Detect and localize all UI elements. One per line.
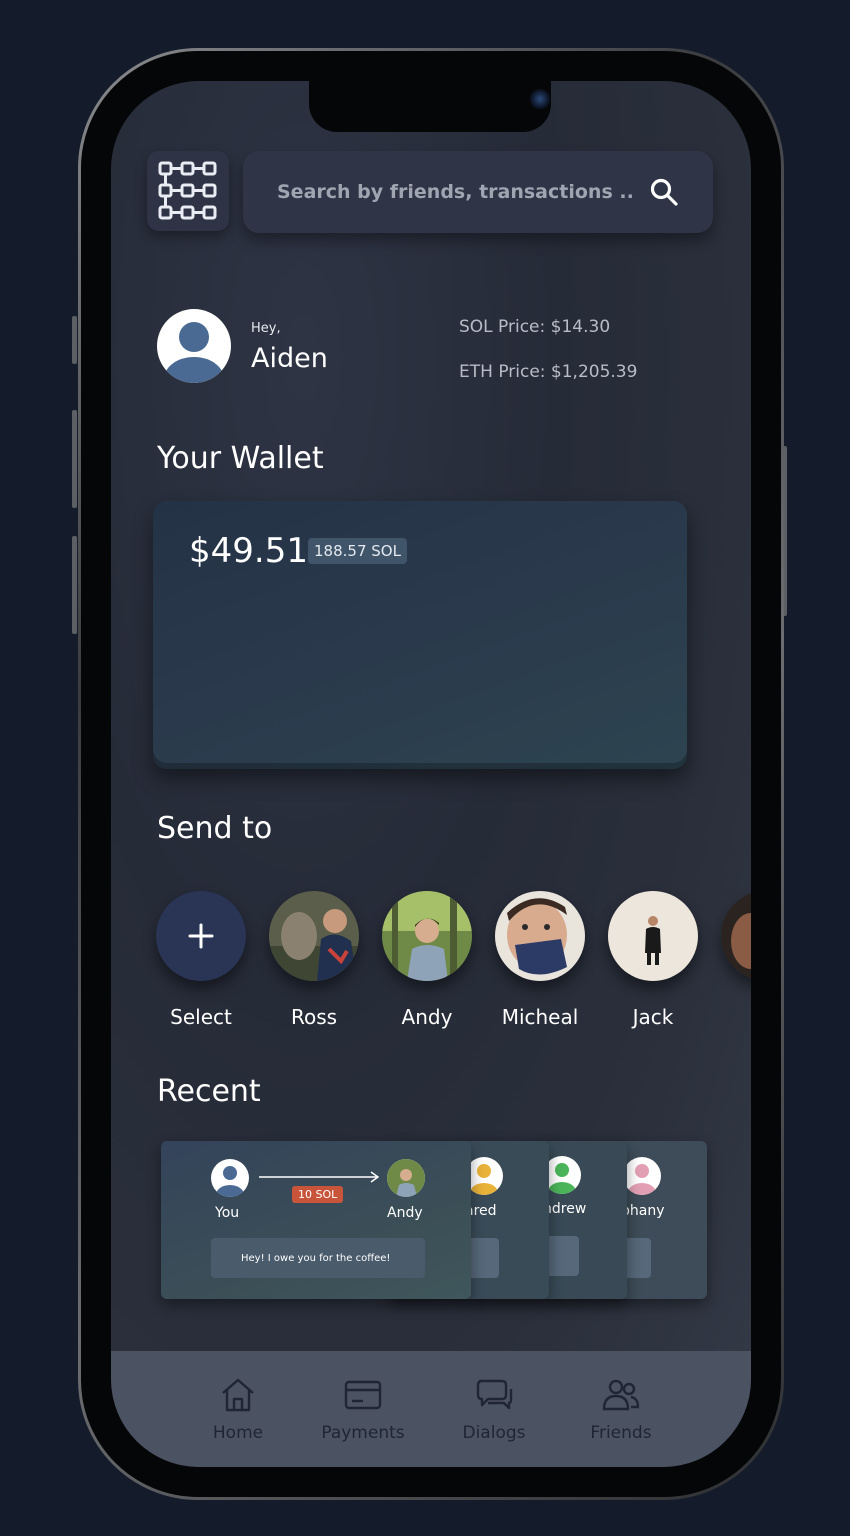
recipient-avatar [387,1159,425,1197]
contact-partial[interactable] [716,891,751,981]
nav-label: Payments [321,1423,405,1443]
contact-name: Andy [401,1005,453,1029]
nav-home[interactable]: Home [183,1377,293,1443]
contact-avatar [382,891,472,981]
transaction-note: Hey! I owe you for the coffee! [211,1238,425,1278]
nav-label: Dialogs [462,1423,526,1443]
grid-icon [158,161,217,220]
contact-select[interactable]: Select [151,891,251,1029]
wallet-card[interactable]: $49.51 188.57 SOL [153,501,687,769]
recent-transaction-card[interactable]: You 10 SOL Andy Hey! I owe you for the c… [161,1141,471,1299]
wallet-title: Your Wallet [157,441,324,476]
contact-micheal[interactable]: Micheal [490,891,590,1029]
front-camera [530,89,550,109]
volume-up-button [72,410,77,508]
home-icon [222,1378,254,1412]
menu-grid-button[interactable] [147,151,229,231]
search-icon[interactable] [649,177,679,207]
wallet-usd-balance: $49.51 [189,531,308,571]
bottom-nav: Home Payments Dialogs Friends [111,1351,751,1467]
avatar [623,1157,661,1195]
app-screen: Hey, Aiden SOL Price: $14.30 ETH Price: … [111,81,751,1467]
select-contact-button[interactable] [156,891,246,981]
user-name: Aiden [251,343,328,374]
nav-dialogs[interactable]: Dialogs [439,1377,549,1443]
card-icon [344,1380,382,1410]
recent-name: phany [621,1203,665,1219]
phone-bezel: Hey, Aiden SOL Price: $14.30 ETH Price: … [81,51,781,1497]
sol-price: SOL Price: $14.30 [459,317,611,337]
arrow-right-icon [259,1171,380,1183]
wallet-sol-badge: 188.57 SOL [308,538,407,564]
eth-price: ETH Price: $1,205.39 [459,362,638,382]
amount-badge: 10 SOL [292,1186,344,1203]
greeting-hey: Hey, [251,321,281,336]
plus-icon [188,923,214,949]
contact-name: Jack [632,1005,674,1029]
nav-label: Friends [590,1423,652,1443]
user-avatar[interactable] [157,309,231,383]
person-icon [164,322,224,383]
search-bar [243,151,713,233]
recipient-name: Andy [387,1205,423,1221]
recent-title: Recent [157,1074,261,1109]
chat-icon [476,1379,513,1410]
silent-switch [72,316,77,364]
contact-avatar [269,891,359,981]
nav-label: Home [212,1423,264,1443]
sender-avatar [211,1159,249,1197]
volume-down-button [72,536,77,634]
phone-frame: Hey, Aiden SOL Price: $14.30 ETH Price: … [78,48,784,1500]
notch [309,81,551,132]
contact-avatar [495,891,585,981]
contact-jack[interactable]: Jack [603,891,703,1029]
search-input[interactable] [277,181,649,203]
nav-payments[interactable]: Payments [308,1377,418,1443]
people-icon [602,1379,640,1411]
contact-name: Select [170,1005,232,1029]
contact-avatar [721,891,751,981]
nav-friends[interactable]: Friends [566,1377,676,1443]
contact-name: Micheal [501,1005,579,1029]
send-to-title: Send to [157,811,273,846]
contact-name: Ross [290,1005,338,1029]
contact-avatar [608,891,698,981]
sender-name: You [215,1205,240,1221]
contact-andy[interactable]: Andy [377,891,477,1029]
recent-name: ndrew [543,1201,587,1217]
contact-ross[interactable]: Ross [264,891,364,1029]
